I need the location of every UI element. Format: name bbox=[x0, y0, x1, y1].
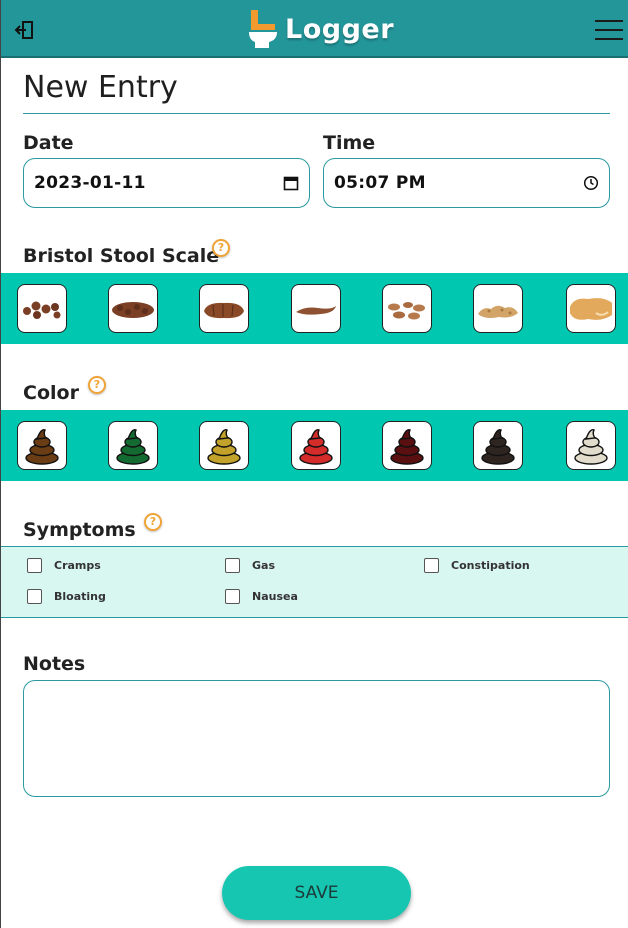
symptom-label: Gas bbox=[252, 559, 275, 572]
bristol-label: Bristol Stool Scale bbox=[23, 245, 220, 267]
color-swatch-6[interactable] bbox=[473, 421, 523, 470]
color-row bbox=[1, 410, 628, 481]
type-4-icon bbox=[296, 305, 336, 315]
symptom-label: Cramps bbox=[54, 559, 101, 572]
bristol-type-3[interactable] bbox=[199, 284, 249, 333]
notes-textarea[interactable] bbox=[23, 680, 610, 797]
type-1-icon bbox=[23, 301, 61, 319]
save-button[interactable]: SAVE bbox=[222, 866, 411, 920]
type-2-icon bbox=[112, 301, 154, 318]
type-3-icon bbox=[204, 302, 244, 318]
poop-icon bbox=[481, 428, 515, 465]
symptom-label: Constipation bbox=[451, 559, 530, 572]
type-5-icon bbox=[388, 301, 425, 319]
type-6-icon bbox=[478, 305, 518, 318]
checkbox[interactable] bbox=[225, 558, 240, 573]
checkbox[interactable] bbox=[27, 589, 42, 604]
time-value: 05:07 PM bbox=[334, 173, 426, 193]
symptoms-label: Symptoms bbox=[23, 519, 136, 541]
color-swatch-2[interactable] bbox=[108, 421, 158, 470]
symptom-gas[interactable]: Gas bbox=[225, 558, 275, 573]
app-logo: Logger bbox=[247, 10, 394, 48]
toilet-icon bbox=[249, 10, 277, 48]
color-help-icon[interactable]: ? bbox=[88, 376, 106, 394]
symptom-cramps[interactable]: Cramps bbox=[27, 558, 101, 573]
checkbox[interactable] bbox=[424, 558, 439, 573]
title-divider bbox=[23, 113, 610, 114]
symptom-label: Bloating bbox=[54, 590, 106, 603]
type-7-icon bbox=[570, 297, 612, 320]
poop-icon bbox=[574, 428, 608, 465]
symptom-nausea[interactable]: Nausea bbox=[225, 589, 298, 604]
date-input[interactable]: 2023-01-11 bbox=[23, 158, 310, 208]
poop-icon bbox=[390, 428, 424, 465]
bristol-type-4[interactable] bbox=[291, 284, 341, 333]
color-swatch-7[interactable] bbox=[566, 421, 616, 470]
poop-icon bbox=[25, 428, 59, 465]
app-header: Logger bbox=[1, 0, 628, 58]
poop-icon bbox=[116, 428, 150, 465]
bristol-type-6[interactable] bbox=[473, 284, 523, 333]
date-label: Date bbox=[23, 132, 74, 154]
symptom-label: Nausea bbox=[252, 590, 298, 603]
time-label: Time bbox=[323, 132, 376, 154]
notes-label: Notes bbox=[23, 653, 86, 675]
bristol-type-1[interactable] bbox=[17, 284, 67, 333]
symptoms-panel: Cramps Gas Constipation Bloating Nausea bbox=[1, 546, 628, 618]
color-label: Color bbox=[23, 382, 79, 404]
calendar-icon[interactable] bbox=[283, 175, 299, 191]
bristol-help-icon[interactable]: ? bbox=[212, 239, 230, 257]
date-value: 2023-01-11 bbox=[34, 173, 146, 193]
app-title: Logger bbox=[285, 13, 395, 45]
symptom-bloating[interactable]: Bloating bbox=[27, 589, 106, 604]
symptoms-help-icon[interactable]: ? bbox=[144, 513, 162, 531]
logout-icon[interactable] bbox=[14, 19, 36, 41]
checkbox[interactable] bbox=[225, 589, 240, 604]
poop-icon bbox=[299, 428, 333, 465]
color-swatch-1[interactable] bbox=[17, 421, 67, 470]
bristol-type-7[interactable] bbox=[566, 284, 616, 333]
hamburger-menu-icon[interactable] bbox=[595, 20, 623, 40]
poop-icon bbox=[207, 428, 241, 465]
time-input[interactable]: 05:07 PM bbox=[323, 158, 610, 208]
bristol-scale-row bbox=[1, 273, 628, 344]
page-title: New Entry bbox=[23, 70, 178, 105]
bristol-type-2[interactable] bbox=[108, 284, 158, 333]
color-swatch-5[interactable] bbox=[382, 421, 432, 470]
clock-icon[interactable] bbox=[583, 175, 599, 191]
symptom-constipation[interactable]: Constipation bbox=[424, 558, 530, 573]
checkbox[interactable] bbox=[27, 558, 42, 573]
color-swatch-3[interactable] bbox=[199, 421, 249, 470]
color-swatch-4[interactable] bbox=[291, 421, 341, 470]
bristol-type-5[interactable] bbox=[382, 284, 432, 333]
